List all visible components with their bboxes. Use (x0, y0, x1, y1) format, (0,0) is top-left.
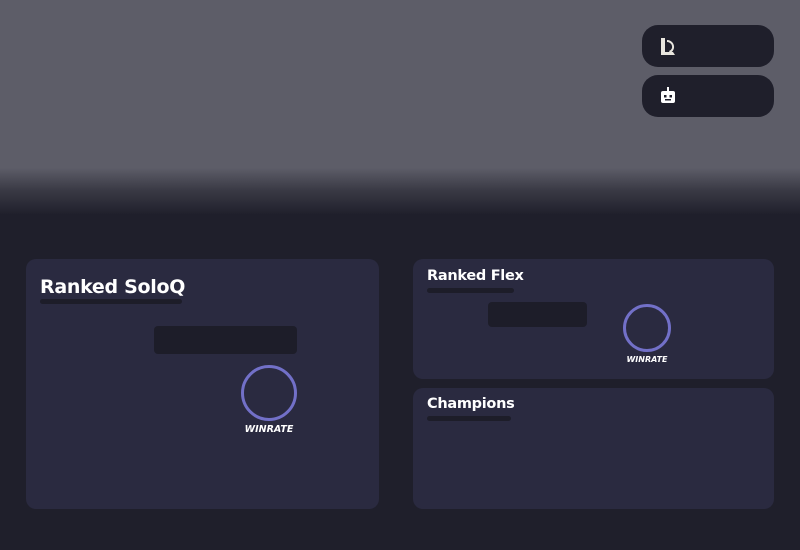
champions-title-underline (427, 416, 511, 421)
ranked-solo-winrate-label: WINRATE (244, 424, 294, 435)
ranked-solo-rank-placeholder (154, 326, 297, 354)
ranked-flex-winrate-label: WINRATE (626, 355, 668, 364)
ranked-flex-title: Ranked Flex (427, 268, 524, 284)
league-logo-button[interactable] (642, 25, 774, 67)
bot-button[interactable] (642, 75, 774, 117)
ranked-solo-card: Ranked SoloQ WINRATE (26, 259, 379, 509)
ranked-flex-rank-placeholder (488, 302, 587, 327)
league-of-legends-logo-icon (658, 36, 678, 56)
ranked-flex-winrate-ring (623, 304, 671, 352)
ranked-flex-title-underline (427, 288, 514, 293)
ranked-solo-winrate-ring (241, 365, 297, 421)
ranked-flex-card: Ranked Flex WINRATE (413, 259, 774, 379)
ranked-solo-title-underline (40, 299, 182, 304)
ranked-solo-title: Ranked SoloQ (40, 276, 186, 298)
robot-icon (658, 86, 678, 106)
champions-card: Champions (413, 388, 774, 509)
champions-title: Champions (427, 396, 515, 412)
